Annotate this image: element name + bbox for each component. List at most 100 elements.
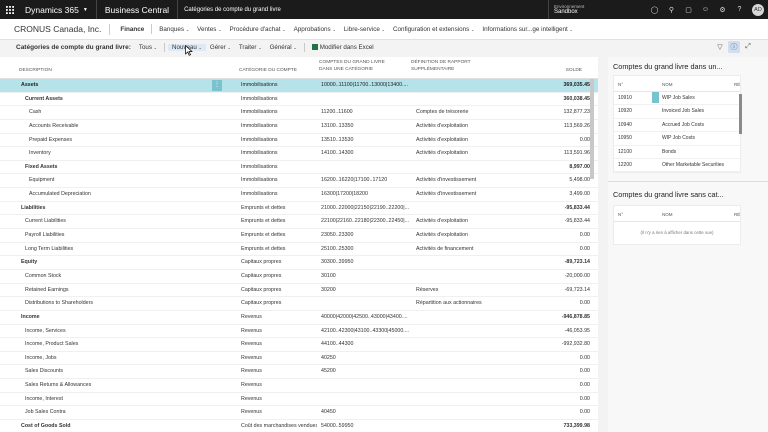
nav-banques[interactable]: Banques ⌄ — [155, 26, 193, 33]
row-actions-icon[interactable] — [652, 92, 659, 103]
list-scrollbar[interactable] — [590, 79, 594, 179]
factbox1-row[interactable]: 10950 WIP Job Costs — [614, 132, 740, 146]
cell-description[interactable]: Job Sales Contra — [25, 406, 215, 420]
nav-achat[interactable]: Procédure d'achat ⌄ — [226, 26, 290, 33]
table-row[interactable]: Income Revenus 40000|42000|42500..43000|43… — [0, 311, 598, 325]
gear-icon[interactable]: ⚙ — [714, 0, 731, 19]
col-balance[interactable]: SOLDE — [550, 68, 582, 74]
cell-description[interactable]: Prepaid Expenses — [29, 134, 219, 148]
factbox2-col-no[interactable]: N° — [618, 212, 623, 217]
col-description[interactable]: DESCRIPTION — [19, 68, 52, 74]
table-row[interactable]: Income, Jobs Revenus 40250 0.00 — [0, 352, 598, 366]
factbox1-cell-no[interactable]: 12100 — [618, 146, 632, 159]
avatar[interactable]: AD — [752, 3, 764, 16]
table-row[interactable]: Current Liabilities Emprunts et dettes 221… — [0, 215, 598, 230]
table-row[interactable]: Current Assets Immobilisations 360,038.45 — [0, 93, 598, 107]
nav-configuration[interactable]: Configuration et extensions ⌄ — [389, 26, 478, 33]
row-actions-icon[interactable]: ⋮ — [212, 80, 222, 91]
table-row[interactable]: Accumulated Depreciation Immobilisations 1… — [0, 188, 598, 202]
table-row[interactable]: Equity Capitaux propres 30300..39950 -89,72… — [0, 256, 598, 270]
general-button[interactable]: Général ⌄ — [266, 44, 301, 51]
factbox1-cell-no[interactable]: 10910 — [618, 92, 632, 105]
cell-description[interactable]: Equity — [21, 256, 211, 270]
cell-description[interactable]: Accumulated Depreciation — [29, 188, 219, 202]
factbox1-row[interactable]: 10920 Invoiced Job Sales — [614, 105, 740, 119]
smiley-icon[interactable]: ☺ — [697, 0, 714, 19]
factbox2-col-name[interactable]: NOM — [662, 212, 673, 217]
table-row[interactable]: Accounts Receivable Immobilisations 13100.… — [0, 120, 598, 134]
factbox1-cell-no[interactable]: 10950 — [618, 132, 632, 145]
search-icon[interactable]: ⚲ — [663, 0, 680, 19]
table-row[interactable]: Fixed Assets Immobilisations 8,997.00 — [0, 161, 598, 175]
factbox1-col-no[interactable]: N° — [618, 82, 623, 87]
table-row[interactable]: Job Sales Contra Revenus 40450 0.00 — [0, 406, 598, 421]
table-row[interactable]: Inventory Immobilisations 14100..14300 Acti… — [0, 147, 598, 161]
app-launcher-icon[interactable] — [0, 0, 19, 19]
cell-description[interactable]: Assets — [21, 79, 211, 93]
cell-description[interactable]: Inventory — [29, 147, 219, 161]
factbox1-col-re[interactable]: RÉ — [734, 82, 740, 87]
col-category[interactable]: CATÉGORIE DU COMPTE — [239, 68, 297, 74]
cell-description[interactable]: Income — [21, 311, 211, 325]
cell-description[interactable]: Distributions to Shareholders — [25, 297, 215, 311]
cell-description[interactable]: Sales Returns & Allowances — [25, 379, 215, 393]
nav-informations[interactable]: Informations sur...ge intelligent ⌄ — [478, 26, 577, 33]
factbox1-row[interactable]: 10910 WIP Job Sales — [614, 92, 740, 106]
factbox1-cell-no[interactable]: 10940 — [618, 119, 632, 132]
cell-description[interactable]: Retained Earnings — [25, 284, 215, 298]
factbox1-row[interactable]: 12200 Other Marketable Securities — [614, 159, 740, 172]
filter-icon[interactable]: ▽ — [714, 41, 726, 53]
table-row[interactable]: Sales Returns & Allowances Revenus 0.00 — [0, 379, 598, 393]
factbox-toggle-icon[interactable]: ⓘ — [728, 41, 740, 53]
cell-description[interactable]: Liabilities — [21, 202, 211, 216]
table-row[interactable]: Prepaid Expenses Immobilisations 13510..13… — [0, 134, 598, 148]
company-name[interactable]: CRONUS Canada, Inc. — [0, 23, 111, 35]
table-row[interactable]: Sales Discounts Revenus 45200 0.00 — [0, 365, 598, 380]
cell-description[interactable]: Long Term Liabilities — [25, 243, 215, 257]
cell-description[interactable]: Equipment — [29, 174, 219, 188]
cell-description[interactable]: Income, Services — [25, 325, 215, 339]
table-row[interactable]: Equipment Immobilisations 16200..16220|171… — [0, 174, 598, 189]
help-icon[interactable]: ? — [731, 0, 748, 19]
cell-description[interactable]: Income, Product Sales — [25, 338, 215, 352]
table-row[interactable]: Retained Earnings Capitaux propres 30200 Ré… — [0, 284, 598, 298]
factbox1-cell-no[interactable]: 12200 — [618, 159, 632, 172]
cell-description[interactable]: Payroll Liabilities — [25, 229, 215, 243]
cell-description[interactable]: Income, Jobs — [25, 352, 215, 366]
table-row[interactable]: Distributions to Shareholders Capitaux pr… — [0, 297, 598, 311]
app-title[interactable]: Dynamics 365 ▼ — [19, 0, 97, 19]
cell-description[interactable]: Common Stock — [25, 270, 215, 284]
table-row[interactable]: Payroll Liabilities Emprunts et dettes 230… — [0, 229, 598, 243]
table-row[interactable]: Common Stock Capitaux propres 30100 -20,000… — [0, 270, 598, 284]
cell-description[interactable]: Cost of Goods Sold — [21, 420, 211, 432]
factbox1-row[interactable]: 12100 Bonds — [614, 146, 740, 159]
nav-libre-service[interactable]: Libre-service ⌄ — [340, 26, 389, 33]
table-row[interactable]: Liabilities Emprunts et dettes 21000..2200… — [0, 202, 598, 216]
edit-in-excel-button[interactable]: Modifier dans Excel — [308, 44, 378, 51]
factbox1-col-name[interactable]: NOM — [662, 82, 673, 87]
cell-description[interactable]: Cash — [29, 106, 219, 120]
product-name[interactable]: Business Central — [97, 0, 179, 19]
environment-indicator[interactable]: Environnement Sandbox — [548, 0, 584, 19]
factbox2-col-re[interactable]: RÉ — [734, 212, 740, 217]
col-accounts[interactable]: COMPTES DU GRAND LIVRE DANS UNE CATÉGORI… — [319, 60, 385, 72]
table-row[interactable]: Assets Immobilisations 10000..11100|11700.… — [0, 79, 598, 93]
table-row[interactable]: Long Term Liabilities Emprunts et dettes 2… — [0, 243, 598, 257]
view-filter-dropdown[interactable]: Tous ⌄ — [135, 44, 161, 51]
table-row[interactable]: Cash Immobilisations 11200..11600 Comptes d… — [0, 106, 598, 120]
bulb-icon[interactable]: ◯ — [646, 0, 663, 19]
table-row[interactable]: Income, Interest Revenus 0.00 — [0, 393, 598, 407]
expand-icon[interactable]: ⤢ — [742, 41, 754, 53]
col-report-definition[interactable]: DÉFINITION DE RAPPORT SUPPLÉMENTAIRE — [411, 60, 471, 72]
table-row[interactable]: Income, Product Sales Revenus 44100..44300… — [0, 338, 598, 352]
table-row[interactable]: Income, Services Revenus 42100..42300|4310… — [0, 325, 598, 339]
nav-ventes[interactable]: Ventes ⌄ — [193, 26, 225, 33]
cell-description[interactable]: Accounts Receivable — [29, 120, 219, 134]
process-button[interactable]: Traiter ⌄ — [235, 44, 266, 51]
cell-description[interactable]: Current Liabilities — [25, 215, 215, 229]
factbox1-title[interactable]: Comptes du grand livre dans un... — [613, 62, 723, 71]
factbox1-row[interactable]: 10940 Accrued Job Costs — [614, 119, 740, 133]
table-row[interactable]: Cost of Goods Sold Coût des marchandises … — [0, 420, 598, 432]
factbox1-scrollbar[interactable] — [739, 94, 742, 134]
manage-button[interactable]: Gérer ⌄ — [206, 44, 235, 51]
